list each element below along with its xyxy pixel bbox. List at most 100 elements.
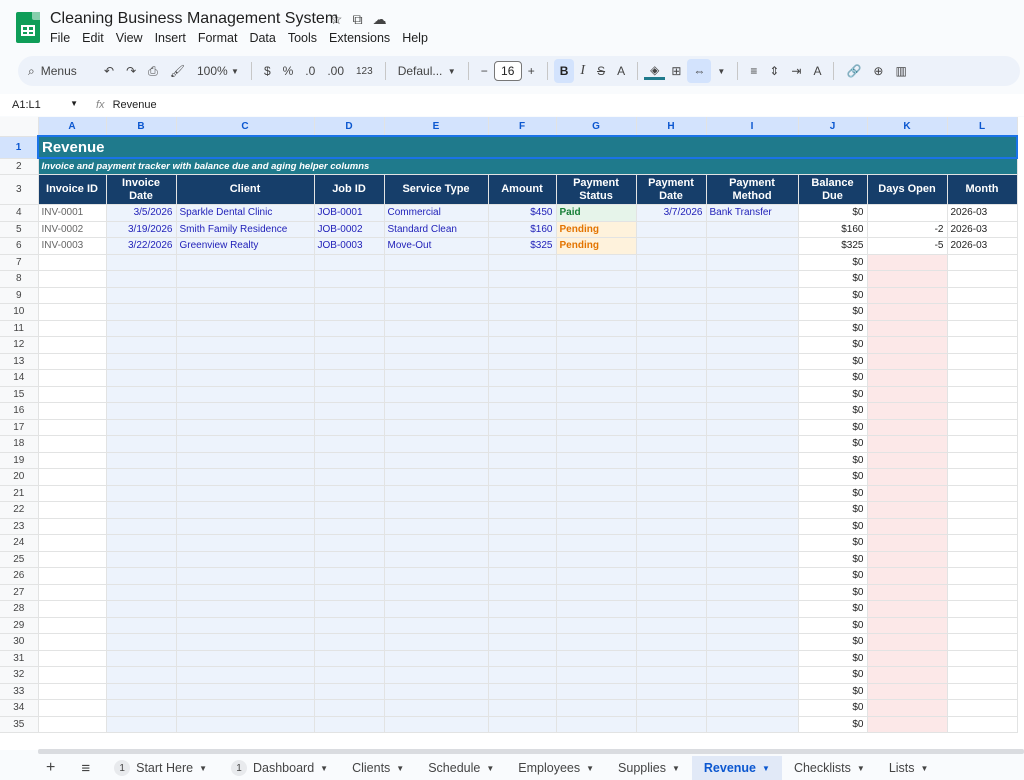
empty-cell[interactable] <box>488 402 557 420</box>
empty-cell[interactable] <box>867 716 948 733</box>
empty-cell[interactable] <box>867 419 948 436</box>
empty-cell[interactable] <box>556 600 637 618</box>
data-cell[interactable]: JOB-0001 <box>314 204 385 222</box>
empty-cell[interactable] <box>106 600 177 618</box>
row-header[interactable]: 12 <box>0 336 39 354</box>
data-cell[interactable]: JOB-0002 <box>314 221 385 238</box>
empty-cell[interactable] <box>556 650 637 667</box>
empty-cell[interactable] <box>867 386 948 403</box>
empty-cell[interactable] <box>176 551 315 568</box>
row-header[interactable]: 4 <box>0 204 39 222</box>
row-header[interactable]: 32 <box>0 666 39 684</box>
empty-cell[interactable] <box>38 716 107 733</box>
print-icon[interactable]: ⎙ <box>142 59 164 83</box>
status-badge[interactable]: Pending <box>556 237 637 255</box>
empty-cell[interactable] <box>636 320 707 337</box>
data-cell[interactable]: Commercial <box>384 204 489 222</box>
balance-cell[interactable]: $0 <box>798 287 868 304</box>
insert-chart-icon[interactable]: ▥ <box>889 59 912 83</box>
row-header[interactable]: 34 <box>0 699 39 717</box>
empty-cell[interactable] <box>867 584 948 601</box>
percent-format-button[interactable]: % <box>277 59 300 83</box>
balance-cell[interactable]: $0 <box>798 386 868 403</box>
data-cell[interactable]: Bank Transfer <box>706 204 799 222</box>
decrease-font-size-icon[interactable]: − <box>475 59 494 83</box>
empty-cell[interactable] <box>106 386 177 403</box>
empty-cell[interactable] <box>38 386 107 403</box>
data-cell[interactable]: -5 <box>867 237 948 255</box>
menus-search-button[interactable]: ⌕ Menus <box>18 59 98 83</box>
empty-cell[interactable] <box>556 501 637 519</box>
empty-cell[interactable] <box>636 435 707 453</box>
empty-cell[interactable] <box>636 419 707 436</box>
empty-cell[interactable] <box>867 551 948 568</box>
empty-cell[interactable] <box>947 435 1018 453</box>
empty-cell[interactable] <box>38 683 107 700</box>
empty-cell[interactable] <box>867 567 948 585</box>
empty-cell[interactable] <box>636 353 707 370</box>
sheets-logo-icon[interactable] <box>16 12 40 43</box>
empty-cell[interactable] <box>706 435 799 453</box>
empty-cell[interactable] <box>867 452 948 469</box>
empty-cell[interactable] <box>947 402 1018 420</box>
empty-cell[interactable] <box>176 254 315 271</box>
row-header[interactable]: 26 <box>0 567 39 585</box>
empty-cell[interactable] <box>867 633 948 651</box>
row-header[interactable]: 9 <box>0 287 39 304</box>
balance-cell[interactable]: $0 <box>798 501 868 519</box>
empty-cell[interactable] <box>556 336 637 354</box>
balance-cell[interactable]: $0 <box>798 534 868 552</box>
empty-cell[interactable] <box>176 287 315 304</box>
merge-cells-icon[interactable]: ⇔ <box>687 59 712 83</box>
menu-help[interactable]: Help <box>402 31 428 45</box>
empty-cell[interactable] <box>556 435 637 453</box>
empty-cell[interactable] <box>706 303 799 321</box>
row-header[interactable]: 20 <box>0 468 39 486</box>
empty-cell[interactable] <box>314 435 385 453</box>
empty-cell[interactable] <box>706 666 799 684</box>
menu-data[interactable]: Data <box>249 31 275 45</box>
empty-cell[interactable] <box>867 435 948 453</box>
empty-cell[interactable] <box>706 336 799 354</box>
empty-cell[interactable] <box>384 287 489 304</box>
empty-cell[interactable] <box>488 435 557 453</box>
text-color-button[interactable]: A <box>611 59 631 83</box>
sheet-tab-start-here[interactable]: 1 Start Here ▼ <box>102 756 219 780</box>
empty-cell[interactable] <box>106 518 177 535</box>
empty-cell[interactable] <box>636 584 707 601</box>
empty-cell[interactable] <box>176 402 315 420</box>
data-cell[interactable]: Smith Family Residence <box>176 221 315 238</box>
empty-cell[interactable] <box>488 518 557 535</box>
empty-cell[interactable] <box>706 567 799 585</box>
empty-cell[interactable] <box>636 683 707 700</box>
empty-cell[interactable] <box>706 320 799 337</box>
empty-cell[interactable] <box>556 468 637 486</box>
empty-cell[interactable] <box>706 254 799 271</box>
empty-cell[interactable] <box>947 666 1018 684</box>
row-header[interactable]: 14 <box>0 369 39 387</box>
column-header-h[interactable]: H <box>636 117 707 137</box>
empty-cell[interactable] <box>38 369 107 387</box>
empty-cell[interactable] <box>106 633 177 651</box>
empty-cell[interactable] <box>176 419 315 436</box>
empty-cell[interactable] <box>636 666 707 684</box>
header-cell[interactable]: Payment Status <box>556 174 637 205</box>
empty-cell[interactable] <box>556 485 637 502</box>
empty-cell[interactable] <box>106 452 177 469</box>
menu-tools[interactable]: Tools <box>288 31 317 45</box>
document-title[interactable]: Cleaning Business Management System <box>50 10 338 28</box>
empty-cell[interactable] <box>176 336 315 354</box>
vertical-align-icon[interactable]: ⇕ <box>763 59 785 83</box>
balance-cell[interactable]: $0 <box>798 485 868 502</box>
empty-cell[interactable] <box>706 617 799 634</box>
empty-cell[interactable] <box>488 650 557 667</box>
header-cell[interactable]: Days Open <box>867 174 948 205</box>
empty-cell[interactable] <box>556 518 637 535</box>
column-header-c[interactable]: C <box>176 117 315 137</box>
empty-cell[interactable] <box>176 699 315 717</box>
sheet-subtitle-cell[interactable]: Invoice and payment tracker with balance… <box>38 158 1018 175</box>
empty-cell[interactable] <box>556 584 637 601</box>
italic-button[interactable]: I <box>574 59 591 83</box>
empty-cell[interactable] <box>384 254 489 271</box>
empty-cell[interactable] <box>38 534 107 552</box>
